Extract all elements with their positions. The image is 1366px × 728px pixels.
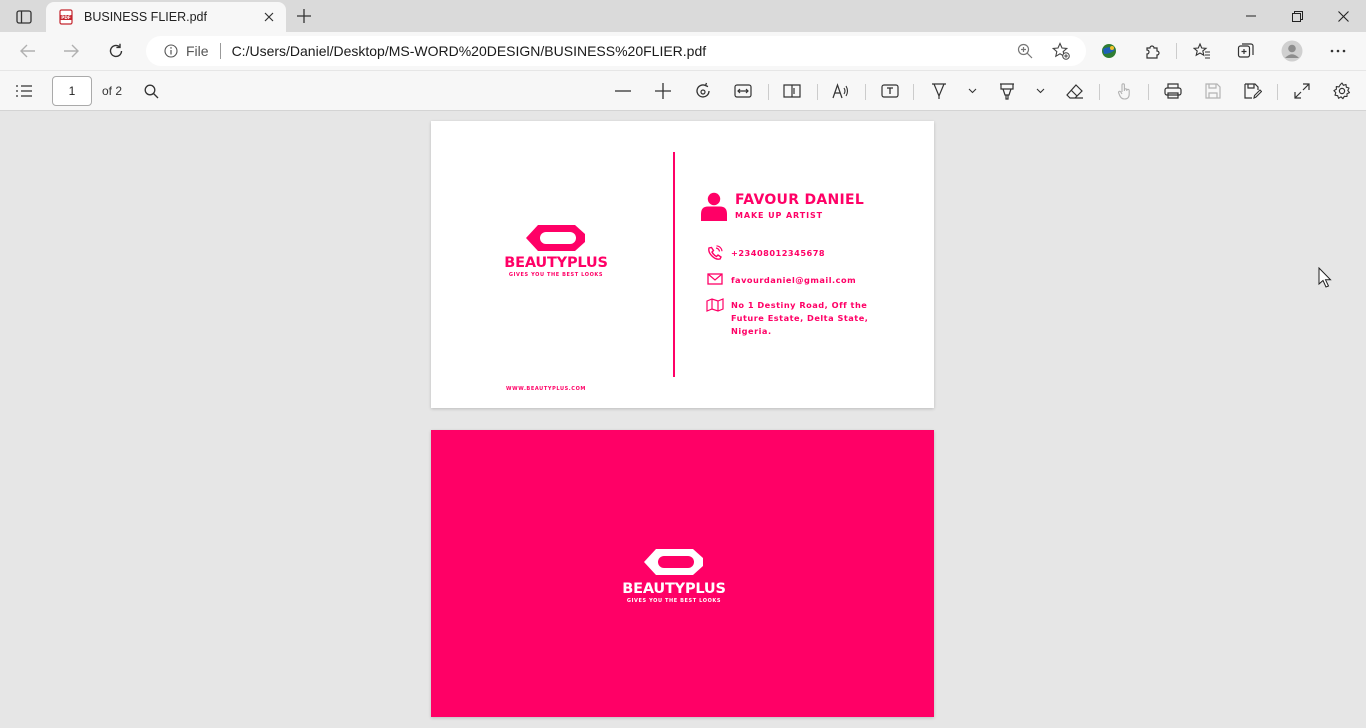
address-line-3: Nigeria. (731, 326, 772, 336)
eraser-icon[interactable] (1064, 80, 1086, 102)
fullscreen-icon[interactable] (1291, 80, 1313, 102)
restore-icon (1291, 10, 1303, 22)
back-button[interactable] (14, 38, 42, 64)
tab-strip: PDF BUSINESS FLIER.pdf (0, 0, 1366, 32)
puzzle-icon[interactable] (1141, 40, 1165, 62)
card-divider (673, 152, 675, 377)
plus-icon[interactable] (652, 80, 674, 102)
close-window-button[interactable] (1320, 0, 1366, 32)
svg-text:PDF: PDF (61, 15, 71, 20)
active-tab[interactable]: PDF BUSINESS FLIER.pdf (46, 2, 286, 32)
toolbar-divider (1277, 84, 1278, 100)
search-icon[interactable] (140, 80, 162, 102)
logo-badge-icon (644, 549, 703, 575)
page-number-input[interactable]: 1 (52, 76, 92, 106)
address-bar[interactable]: File C:/Users/Daniel/Desktop/MS-WORD%20D… (146, 36, 1086, 66)
save-as-icon[interactable] (1242, 80, 1264, 102)
info-icon[interactable] (164, 44, 178, 58)
back-arrow-icon (20, 44, 35, 58)
forward-button[interactable] (57, 38, 85, 64)
minimize-button[interactable] (1228, 0, 1274, 32)
brand-logo: BEAUTYPLUS GIVES YOU THE BEST LOOKS (501, 223, 611, 278)
star-add-icon[interactable] (1050, 40, 1072, 62)
minimize-icon (1246, 15, 1256, 17)
pdf-page-1: BEAUTYPLUS GIVES YOU THE BEST LOOKS WWW.… (431, 121, 934, 408)
toolbar-divider (1176, 43, 1177, 59)
plus-icon (297, 9, 311, 23)
address-scheme: File (186, 43, 209, 59)
refresh-icon (109, 43, 123, 58)
tab-title: BUSINESS FLIER.pdf (84, 10, 207, 24)
collections-icon[interactable] (1234, 40, 1258, 62)
minus-icon[interactable] (612, 80, 634, 102)
add-text-icon[interactable] (879, 80, 901, 102)
highlight-icon[interactable] (996, 80, 1018, 102)
brand-tagline: GIVES YOU THE BEST LOOKS (508, 272, 604, 278)
refresh-button[interactable] (102, 38, 130, 64)
toolbar-divider (1099, 84, 1100, 100)
browser-extension-icon[interactable] (1097, 40, 1121, 62)
person-name: FAVOUR DANIEL (735, 192, 865, 208)
email-address: favourdaniel@gmail.com (731, 275, 857, 285)
toolbar-divider (865, 84, 866, 100)
address-line-1: No 1 Destiny Road, Off the (731, 300, 868, 310)
toolbar-divider (913, 84, 914, 100)
print-icon[interactable] (1162, 80, 1184, 102)
chevron-down-icon[interactable] (966, 82, 978, 100)
favorites-icon[interactable] (1190, 40, 1214, 62)
forward-arrow-icon (64, 44, 79, 58)
tab-actions-icon[interactable] (10, 6, 38, 28)
pdf-page-2: BEAUTYPLUS GIVES YOU THE BEST LOOKS (431, 430, 934, 717)
save-icon[interactable] (1202, 80, 1224, 102)
pdf-file-icon: PDF (59, 9, 73, 25)
mouse-cursor-icon (1318, 267, 1332, 288)
person-role: MAKE UP ARTIST (735, 211, 823, 220)
contents-list-icon[interactable] (13, 80, 35, 102)
touch-icon[interactable] (1113, 80, 1135, 102)
website-link: WWW.BEAUTYPLUS.COM (506, 386, 586, 392)
brand-name: BEAUTYPLUS (504, 255, 608, 271)
new-tab-button[interactable] (293, 5, 315, 27)
pdf-toolbar: 1 of 2 (0, 70, 1366, 111)
restore-button[interactable] (1274, 0, 1320, 32)
fit-width-icon[interactable] (732, 80, 754, 102)
rotate-icon[interactable] (692, 80, 714, 102)
page-count: of 2 (102, 84, 123, 98)
avatar[interactable] (1280, 40, 1304, 62)
brand-name: BEAUTYPLUS (622, 581, 726, 597)
more-icon[interactable] (1326, 40, 1350, 62)
url-text[interactable]: C:/Users/Daniel/Desktop/MS-WORD%20DESIGN… (232, 43, 1014, 59)
phone-icon (705, 244, 725, 262)
close-icon (1337, 10, 1349, 22)
toolbar-divider (1148, 84, 1149, 100)
draw-icon[interactable] (928, 80, 950, 102)
phone-number: +23408012345678 (731, 248, 826, 258)
map-icon (705, 296, 725, 314)
address-divider (219, 43, 221, 59)
logo-badge-icon (526, 225, 585, 251)
read-aloud-icon[interactable] (830, 80, 852, 102)
brand-tagline: GIVES YOU THE BEST LOOKS (626, 598, 722, 604)
toolbar-divider (768, 84, 769, 100)
address-block: No 1 Destiny Road, Off the Future Estate… (731, 299, 868, 338)
brand-logo: BEAUTYPLUS GIVES YOU THE BEST LOOKS (619, 547, 729, 604)
toolbar-divider (817, 84, 818, 100)
mail-icon (705, 270, 725, 288)
zoom-icon[interactable] (1014, 40, 1036, 62)
chevron-down-icon[interactable] (1034, 82, 1046, 100)
page-view-icon[interactable] (781, 80, 803, 102)
person-icon (701, 192, 727, 221)
address-line-2: Future Estate, Delta State, (731, 313, 869, 323)
close-icon[interactable] (258, 6, 280, 28)
navigation-bar: File C:/Users/Daniel/Desktop/MS-WORD%20D… (0, 32, 1366, 70)
gear-icon[interactable] (1331, 80, 1353, 102)
